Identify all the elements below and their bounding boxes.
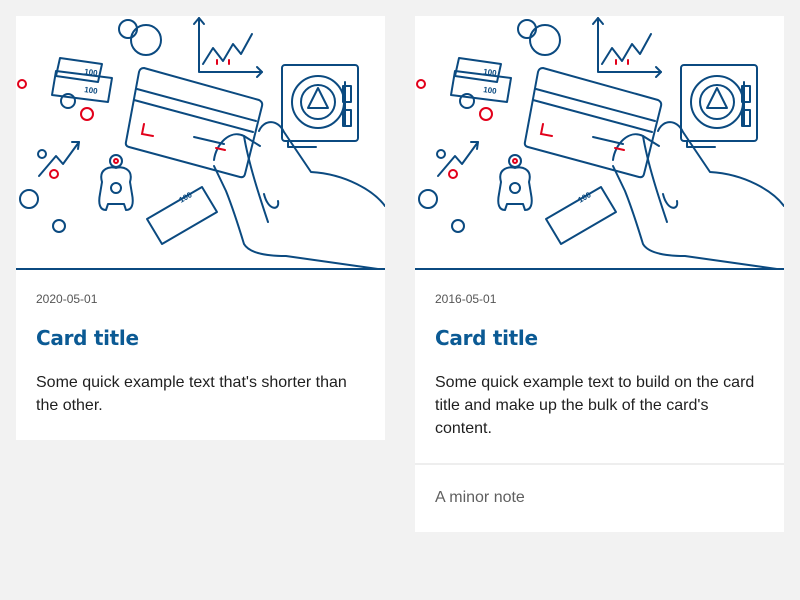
- svg-text:100: 100: [84, 85, 99, 96]
- svg-text:100: 100: [84, 67, 99, 78]
- card-footer: A minor note: [415, 463, 784, 532]
- payment-card-illustration: 100 100 100: [416, 17, 784, 268]
- svg-text:100: 100: [483, 67, 498, 78]
- card: 100 100 100 2016-05-01 Card title Some q…: [415, 16, 784, 532]
- card-date: 2020-05-01: [36, 292, 98, 306]
- card-title: Card title: [435, 326, 538, 350]
- card-illustration: 100 100 100: [415, 16, 784, 270]
- card-text: Some quick example text to build on the …: [435, 374, 755, 437]
- card: 100 100 100 2020-05-01 Card title Some q…: [16, 16, 385, 440]
- card-text: Some quick example text that's shorter t…: [36, 374, 347, 414]
- card-footer-note: A minor note: [435, 489, 525, 506]
- card-title: Card title: [36, 326, 139, 350]
- card-illustration: 100 100 100: [16, 16, 385, 270]
- svg-text:100: 100: [483, 85, 498, 96]
- payment-card-illustration: 100 100 100: [17, 17, 385, 268]
- card-date: 2016-05-01: [435, 292, 497, 306]
